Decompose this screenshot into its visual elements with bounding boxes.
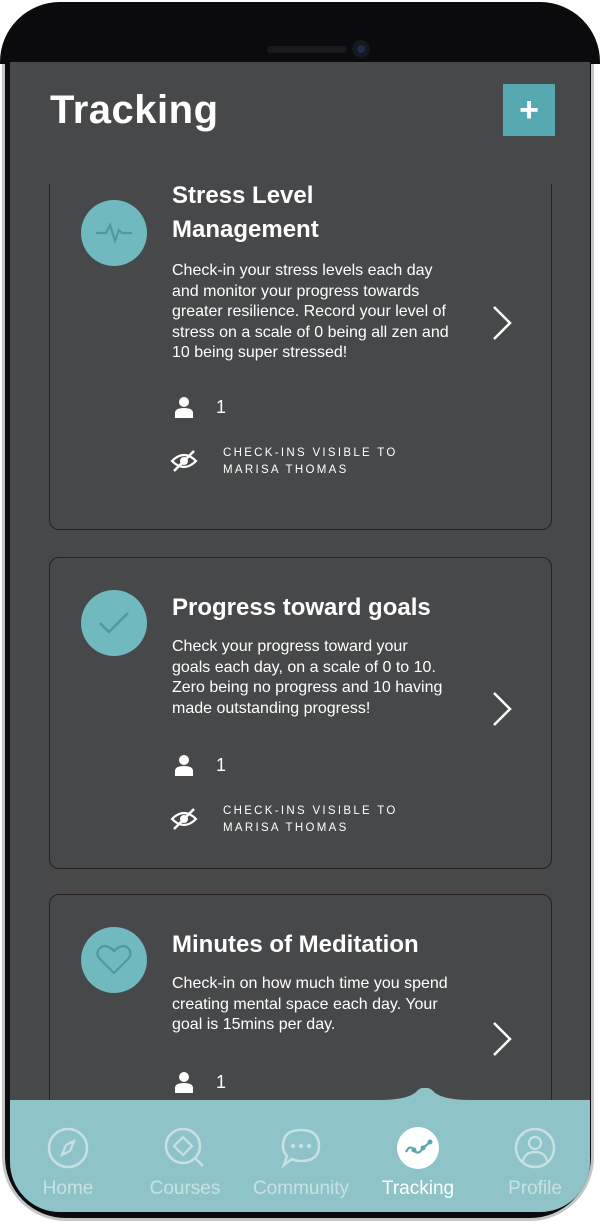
courses-icon xyxy=(164,1127,204,1167)
heartbeat-icon xyxy=(81,200,147,266)
checkmark-icon xyxy=(81,590,147,656)
chevron-right-icon[interactable] xyxy=(490,303,514,343)
tracker-card-meditation[interactable]: Minutes of Meditation Check-in on how mu… xyxy=(49,894,552,1114)
nav-home[interactable]: Home xyxy=(13,1100,123,1212)
chat-icon xyxy=(281,1128,321,1169)
tracking-icon xyxy=(397,1127,439,1169)
visibility-note: CHECK-INS VISIBLE TO MARISA THOMAS xyxy=(223,803,453,837)
add-tracker-button[interactable]: + xyxy=(503,84,555,136)
person-icon xyxy=(175,755,193,776)
card-title: Minutes of Meditation xyxy=(172,931,419,958)
person-icon xyxy=(175,1072,193,1093)
nav-label: Community xyxy=(252,1178,350,1199)
eye-off-icon xyxy=(170,808,198,830)
page-header: Tracking + xyxy=(10,64,590,184)
page-title: Tracking xyxy=(50,88,219,132)
participant-count: 1 xyxy=(216,397,227,417)
phone-device: Tracking + Stress Level Management Check… xyxy=(0,0,600,1225)
nav-label: Home xyxy=(42,1178,94,1199)
compass-icon xyxy=(47,1127,89,1169)
nav-label: Profile xyxy=(508,1178,562,1199)
eye-off-icon xyxy=(170,450,198,472)
tracker-list[interactable]: Stress Level Management Check-in your st… xyxy=(10,184,590,1114)
nav-tracking[interactable]: Tracking xyxy=(363,1100,473,1212)
front-camera xyxy=(352,40,370,58)
bottom-nav: Home Courses Community Tracking Profile xyxy=(10,1088,590,1212)
visibility-note: CHECK-INS VISIBLE TO MARISA THOMAS xyxy=(223,445,453,479)
speaker-grille xyxy=(267,46,347,53)
visibility-line: MARISA THOMAS xyxy=(223,822,349,834)
user-icon xyxy=(514,1127,556,1169)
plus-icon: + xyxy=(519,91,539,129)
nav-profile[interactable]: Profile xyxy=(480,1100,590,1212)
card-description: Check-in on how much time you spend crea… xyxy=(172,975,448,1033)
chevron-right-icon[interactable] xyxy=(490,1019,514,1059)
participant-count: 1 xyxy=(216,755,227,775)
person-icon xyxy=(175,397,193,418)
tracker-card-stress[interactable]: Stress Level Management Check-in your st… xyxy=(49,184,552,530)
participant-count: 1 xyxy=(216,1072,227,1092)
card-title: Stress Level Management xyxy=(172,184,319,243)
card-description: Check your progress toward your goals ea… xyxy=(172,638,443,717)
visibility-line: CHECK-INS VISIBLE TO xyxy=(223,447,398,459)
tracker-card-goals[interactable]: Progress toward goals Check your progres… xyxy=(49,557,552,869)
heart-icon xyxy=(81,927,147,993)
card-title: Progress toward goals xyxy=(172,594,431,621)
nav-courses[interactable]: Courses xyxy=(130,1100,240,1212)
nav-label: Courses xyxy=(149,1178,221,1199)
card-description: Check-in your stress levels each day and… xyxy=(172,262,449,361)
status-bar xyxy=(0,2,600,64)
chevron-right-icon[interactable] xyxy=(490,689,514,729)
nav-label: Tracking xyxy=(381,1178,455,1199)
nav-community[interactable]: Community xyxy=(246,1100,356,1212)
visibility-line: MARISA THOMAS xyxy=(223,464,349,476)
visibility-line: CHECK-INS VISIBLE TO xyxy=(223,805,398,817)
